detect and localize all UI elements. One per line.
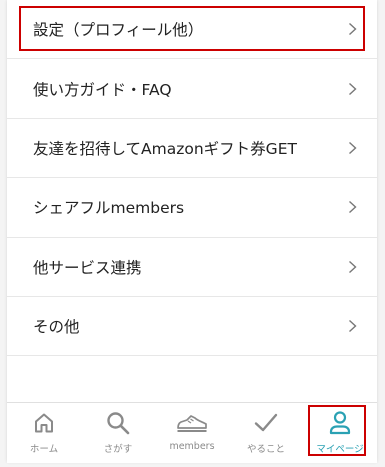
tab-home[interactable]: ホーム bbox=[7, 403, 81, 463]
menu-item-guide-faq[interactable]: 使い方ガイド・FAQ bbox=[7, 59, 377, 119]
check-icon bbox=[253, 409, 279, 437]
mypage-menu-list: 設定（プロフィール他） 使い方ガイド・FAQ 友達を招待してAmazonギフト券… bbox=[7, 0, 377, 357]
menu-item-label: シェアフルmembers bbox=[33, 199, 185, 218]
menu-item-settings[interactable]: 設定（プロフィール他） bbox=[7, 0, 377, 60]
chevron-right-icon bbox=[349, 23, 357, 36]
menu-item-other[interactable]: その他 bbox=[7, 297, 377, 357]
tab-members[interactable]: members bbox=[155, 403, 229, 463]
menu-item-label: 使い方ガイド・FAQ bbox=[33, 80, 172, 99]
person-icon bbox=[328, 409, 352, 437]
tab-label: マイページ bbox=[316, 444, 364, 455]
tab-todo[interactable]: やること bbox=[229, 403, 303, 463]
tab-label: さがす bbox=[103, 444, 133, 455]
chevron-right-icon bbox=[349, 320, 357, 333]
tab-label: members bbox=[169, 441, 215, 452]
chevron-right-icon bbox=[349, 82, 357, 95]
menu-item-label: 友達を招待してAmazonギフト券GET bbox=[33, 139, 297, 158]
tab-label: やること bbox=[246, 444, 285, 455]
sneaker-icon bbox=[176, 409, 208, 437]
menu-item-service-integration[interactable]: 他サービス連携 bbox=[7, 238, 377, 297]
bottom-tab-bar: ホーム さがす members やること マイページ bbox=[7, 402, 377, 463]
chevron-right-icon bbox=[349, 260, 357, 273]
tab-label: ホーム bbox=[29, 444, 59, 455]
menu-item-label: 設定（プロフィール他） bbox=[33, 21, 204, 40]
tab-mypage[interactable]: マイページ bbox=[303, 403, 377, 463]
chevron-right-icon bbox=[349, 141, 357, 154]
chevron-right-icon bbox=[349, 201, 357, 214]
tab-search[interactable]: さがす bbox=[81, 403, 155, 463]
menu-item-invite-friends[interactable]: 友達を招待してAmazonギフト券GET bbox=[7, 119, 377, 179]
menu-item-label: 他サービス連携 bbox=[33, 258, 142, 277]
home-icon bbox=[32, 409, 56, 437]
menu-item-members[interactable]: シェアフルmembers bbox=[7, 178, 377, 238]
search-icon bbox=[105, 409, 131, 437]
menu-item-label: その他 bbox=[33, 318, 80, 337]
mypage-screen: 設定（プロフィール他） 使い方ガイド・FAQ 友達を招待してAmazonギフト券… bbox=[7, 0, 377, 463]
